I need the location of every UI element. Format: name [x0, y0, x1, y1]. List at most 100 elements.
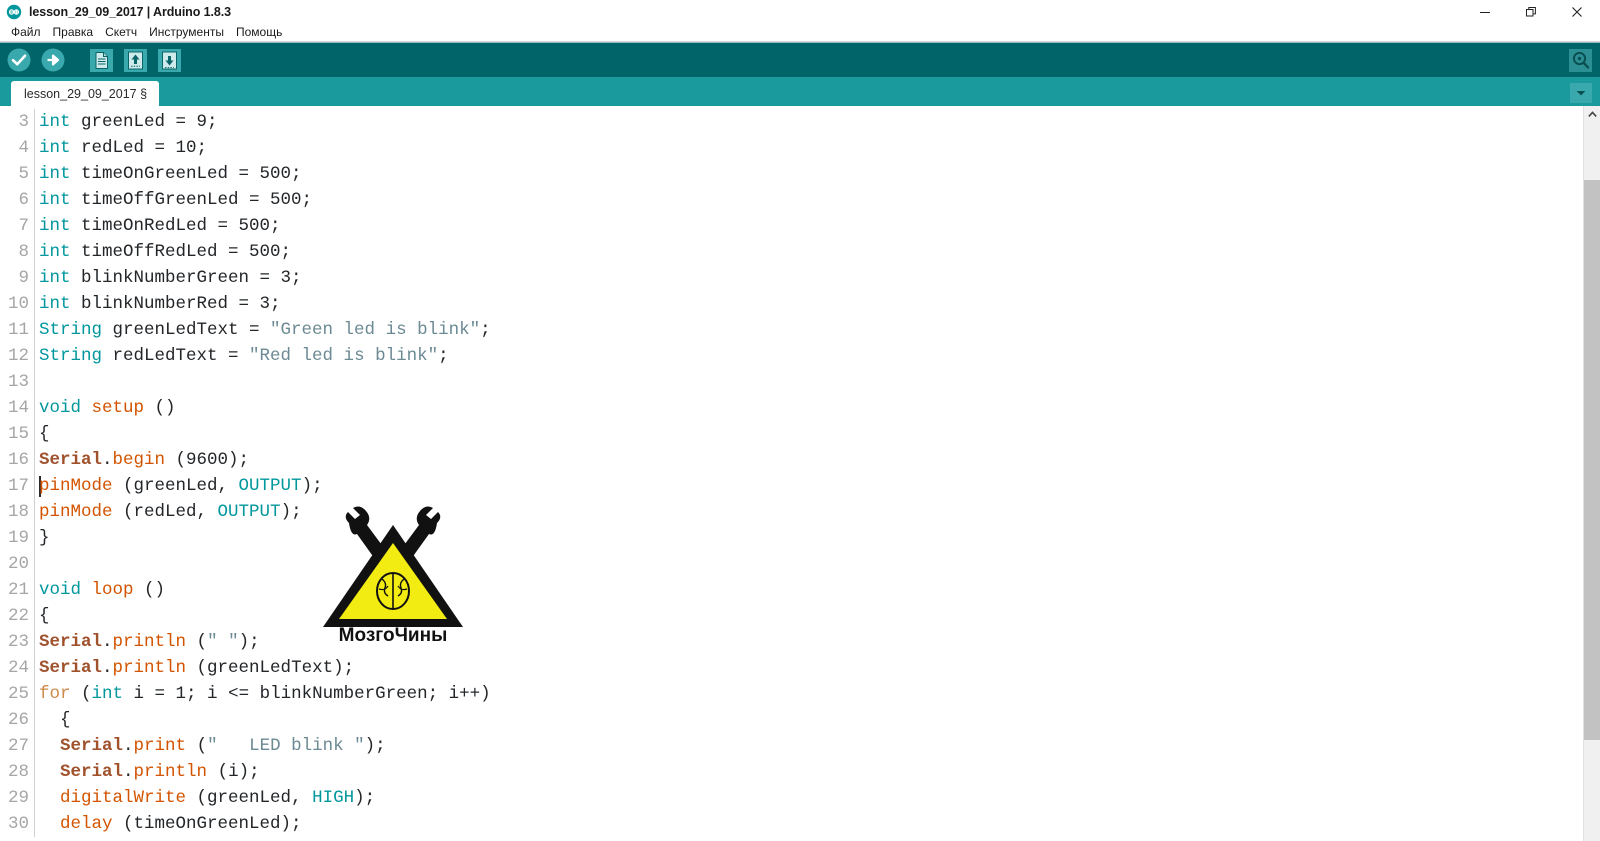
token-kw: int [91, 684, 124, 704]
tab-lesson-29-09-2017[interactable]: lesson_29_09_2017 § [11, 81, 160, 106]
code-text[interactable]: for (int i = 1; i <= blinkNumberGreen; i… [35, 681, 491, 707]
chevron-up-icon [1587, 111, 1597, 117]
token-pl: { [39, 424, 50, 444]
line-number: 8 [18, 242, 29, 262]
token-kw: OUTPUT [238, 476, 302, 496]
code-text[interactable]: { [35, 707, 71, 733]
token-pl: (9600); [165, 450, 250, 470]
line-number: 21 [7, 580, 29, 600]
code-line: 30 delay (timeOnGreenLed); [0, 811, 1583, 837]
open-button[interactable] [121, 46, 149, 74]
code-text[interactable]: delay (timeOnGreenLed); [35, 811, 302, 837]
code-line: 5 int timeOnGreenLed = 500; [0, 161, 1583, 187]
code-text[interactable]: Serial.begin (9600); [35, 447, 249, 473]
code-editor[interactable]: 3 int greenLed = 9; 4 int redLed = 10; 5 int … [0, 106, 1583, 841]
token-kw: int [39, 242, 71, 262]
code-text[interactable]: int blinkNumberRed = 3; [35, 291, 281, 317]
menu-item-sketch[interactable]: Скетч [99, 24, 143, 41]
new-button[interactable] [87, 46, 115, 74]
code-line: 25 for (int i = 1; i <= blinkNumberGreen;… [0, 681, 1583, 707]
code-text[interactable]: String redLedText = "Red led is blink"; [35, 343, 449, 369]
menu-bar: Файл Правка Скетч Инструменты Помощь [0, 23, 1600, 42]
token-pl: . [102, 658, 113, 678]
token-pl: . [123, 762, 134, 782]
save-button[interactable] [155, 46, 183, 74]
close-button[interactable] [1554, 0, 1600, 23]
token-kw: int [39, 164, 71, 184]
code-text[interactable]: { [35, 603, 50, 629]
token-pl: . [102, 450, 113, 470]
upload-button[interactable] [39, 46, 67, 74]
code-text[interactable]: int redLed = 10; [35, 135, 207, 161]
code-text[interactable]: pinMode (greenLed, OUTPUT); [35, 473, 323, 499]
line-number: 15 [7, 424, 29, 444]
code-line: 4 int redLed = 10; [0, 135, 1583, 161]
tab-dropdown-button[interactable] [1570, 83, 1592, 103]
code-text[interactable]: int timeOnGreenLed = 500; [35, 161, 302, 187]
menu-item-tools[interactable]: Инструменты [143, 24, 230, 41]
token-pl: ( [70, 684, 92, 704]
token-pl: ); [354, 788, 376, 808]
code-text[interactable]: pinMode (redLed, OUTPUT); [35, 499, 302, 525]
code-lines: 3 int greenLed = 9; 4 int redLed = 10; 5 int … [0, 106, 1583, 837]
token-pl: redLedText = [102, 346, 250, 366]
code-line: 20 [0, 551, 1583, 577]
code-text[interactable]: Serial.println (" "); [35, 629, 260, 655]
scroll-up-button[interactable] [1584, 106, 1600, 123]
code-text[interactable]: int timeOffRedLed = 500; [35, 239, 291, 265]
code-line: 14 void setup () [0, 395, 1583, 421]
token-pl: (redLed, [112, 502, 218, 522]
restore-button[interactable] [1508, 0, 1554, 23]
tab-label: lesson_29_09_2017 § [24, 86, 148, 101]
code-line: 3 int greenLed = 9; [0, 109, 1583, 135]
code-line: 6 int timeOffGreenLed = 500; [0, 187, 1583, 213]
line-number: 17 [7, 476, 29, 496]
menu-item-help[interactable]: Помощь [230, 24, 288, 41]
code-text[interactable]: Serial.print (" LED blink "); [35, 733, 386, 759]
verify-button[interactable] [5, 46, 33, 74]
code-text[interactable]: int timeOnRedLed = 500; [35, 213, 281, 239]
code-text[interactable]: String greenLedText = "Green led is blin… [35, 317, 491, 343]
line-number: 22 [7, 606, 29, 626]
token-fn: println [133, 762, 208, 782]
code-line: 27 Serial.print (" LED blink "); [0, 733, 1583, 759]
code-text[interactable]: digitalWrite (greenLed, HIGH); [35, 785, 375, 811]
code-text[interactable]: void setup () [35, 395, 176, 421]
menu-item-file[interactable]: Файл [5, 24, 47, 41]
code-text[interactable]: int timeOffGreenLed = 500; [35, 187, 312, 213]
minimize-button[interactable] [1462, 0, 1508, 23]
arduino-logo-icon [6, 4, 22, 20]
token-pl: () [133, 580, 166, 600]
code-text[interactable]: } [35, 525, 50, 551]
token-pl: greenLed = 9; [70, 112, 218, 132]
token-pl: (greenLed, [112, 476, 239, 496]
code-text[interactable]: Serial.println (greenLedText); [35, 655, 354, 681]
token-pl: (i); [207, 762, 260, 782]
code-text[interactable]: int blinkNumberGreen = 3; [35, 265, 302, 291]
token-pl: (greenLedText); [186, 658, 355, 678]
line-number: 6 [18, 190, 29, 210]
code-text[interactable]: Serial.println (i); [35, 759, 260, 785]
code-text[interactable]: void loop () [35, 577, 165, 603]
token-obj: Serial [39, 658, 103, 678]
tab-bar: lesson_29_09_2017 § [0, 77, 1600, 106]
scrollbar-thumb[interactable] [1584, 180, 1600, 740]
code-text[interactable]: int greenLed = 9; [35, 109, 218, 135]
token-str: " " [207, 632, 239, 652]
code-line: 12 String redLedText = "Red led is blink"… [0, 343, 1583, 369]
vertical-scrollbar[interactable] [1583, 106, 1600, 841]
code-line: 23 Serial.println (" "); [0, 629, 1583, 655]
code-text[interactable]: { [35, 421, 50, 447]
token-kw: int [39, 190, 71, 210]
token-fn: println [112, 658, 187, 678]
line-number: 14 [7, 398, 29, 418]
token-obj: Serial [39, 632, 103, 652]
serial-monitor-button[interactable] [1567, 47, 1594, 74]
token-pl: timeOnGreenLed = 500; [70, 164, 302, 184]
token-pl: { [39, 606, 50, 626]
gutter-separator [34, 369, 35, 395]
menu-item-edit[interactable]: Правка [47, 24, 100, 41]
